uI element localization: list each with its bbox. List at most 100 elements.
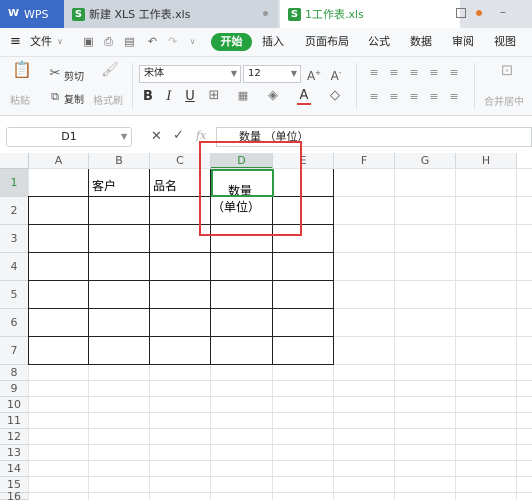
grid-line [29,428,532,429]
row-header-11[interactable]: 11 [0,413,29,429]
tab-document-1-label: 新建 XLS 工作表.xls [89,8,191,21]
row-header-16[interactable]: 16 [0,491,29,502]
row-header-9[interactable]: 9 [0,381,29,397]
increase-font-size-icon[interactable]: A+ [306,66,322,83]
row-header-8[interactable]: 8 [0,365,29,381]
paste-icon[interactable]: 📋 [12,62,32,78]
print-preview-icon[interactable]: ▤ [123,36,136,48]
row-header-7[interactable]: 7 [0,337,29,365]
justify-icon[interactable]: ≡ [428,90,440,104]
table-border [28,308,334,309]
font-size-select[interactable]: 12 ▼ [243,65,301,83]
grid-line [29,396,532,397]
spreadsheet-icon: S [288,7,301,21]
row-header-12[interactable]: 12 [0,429,29,445]
undo-icon[interactable]: ↶ [146,36,159,48]
row-header-4[interactable]: 4 [0,253,29,281]
column-header-F[interactable]: F [334,153,395,169]
window-mode-icon[interactable] [456,8,466,18]
ribbon-divider [132,63,133,109]
menu-page-layout[interactable]: 页面布局 [305,28,349,56]
save-icon[interactable]: ▣ [82,36,95,48]
font-color-icon[interactable]: A [297,89,311,105]
distribute-icon[interactable]: ≡ [448,90,460,104]
tab-wps-home[interactable]: W WPS [0,0,64,28]
grid-line [29,380,532,381]
format-painter-icon[interactable]: 🖌 [100,63,120,77]
menu-view[interactable]: 视图 [494,28,516,56]
align-right-icon[interactable]: ≡ [408,90,420,104]
name-box-dropdown-icon[interactable]: ▼ [121,132,127,141]
menu-home-tab[interactable]: 开始 [211,33,252,51]
table-border [28,280,334,281]
align-top-icon[interactable]: ≡ [368,66,380,80]
decrease-font-size-icon[interactable]: A- [328,66,344,83]
hamburger-menu-icon[interactable]: ≡ [10,28,21,56]
borders-icon[interactable]: ⊞ [207,89,221,103]
cancel-edit-icon[interactable]: ✕ [151,129,162,144]
row-header-6[interactable]: 6 [0,309,29,337]
ribbon-divider [356,63,357,109]
underline-icon[interactable]: U [184,90,196,104]
wps-logo-icon: W [8,8,20,19]
row-header-2[interactable]: 2 [0,197,29,225]
spreadsheet-grid[interactable]: ABCDEFGH 1 2 3 4 5 6 7 8 9 10 11 12 13 14 15 16 客户 品名 数… [0,141,532,502]
row-header-14[interactable]: 14 [0,461,29,477]
minimize-icon[interactable]: – [500,5,506,19]
fill-color-icon[interactable]: ◈ [266,89,280,103]
cell-B1[interactable]: 客户 [92,177,116,194]
font-name-value: 宋体 [144,68,164,79]
column-header-G[interactable]: G [395,153,456,169]
redo-icon[interactable]: ↷ [166,36,179,48]
column-header-A[interactable]: A [29,153,89,169]
menu-formula[interactable]: 公式 [368,28,390,56]
cut-icon[interactable]: ✂ [48,67,62,81]
name-box[interactable]: D1 [6,127,132,147]
cell-C1[interactable]: 品名 [153,177,177,194]
select-all-corner[interactable] [0,153,29,169]
print-icon[interactable]: ⎙ [102,36,115,48]
align-left-icon[interactable]: ≡ [368,90,380,104]
align-middle-icon[interactable]: ≡ [388,66,400,80]
menu-insert[interactable]: 插入 [262,28,284,56]
ribbon-divider [474,63,475,109]
indent-decrease-icon[interactable]: ≡ [428,66,440,80]
row-header-5[interactable]: 5 [0,281,29,309]
table-border [28,336,334,337]
row-header-3[interactable]: 3 [0,225,29,253]
cut-button[interactable]: 剪切 [64,68,84,83]
quick-access-dropdown-icon[interactable]: ∨ [186,36,199,48]
align-center-icon[interactable]: ≡ [388,90,400,104]
font-name-select[interactable]: 宋体 ▼ [139,65,241,83]
table-border [28,197,29,365]
column-header-B[interactable]: B [89,153,150,169]
table-border [28,364,334,365]
clear-format-icon[interactable]: ◇ [328,89,342,103]
row-header-1[interactable]: 1 [0,169,29,197]
tab-document-1[interactable]: S 新建 XLS 工作表.xls [64,0,278,28]
format-painter-button[interactable]: 格式刷 [93,92,123,107]
merge-center-icon[interactable]: ⊡ [496,63,518,78]
copy-button[interactable]: 复制 [64,91,84,106]
cell-style-icon[interactable]: ▦ [236,89,250,103]
menu-review[interactable]: 审阅 [452,28,474,56]
ribbon-toolbar: 📋 粘贴 ✂ 剪切 ⧉ 复制 🖌 格式刷 宋体 ▼ 12 ▼ A+ A- B I… [0,57,532,116]
copy-icon[interactable]: ⧉ [48,90,62,104]
notification-dot-icon[interactable] [476,10,482,16]
menu-bar: ≡ 文件 ∨ ▣ ⎙ ▤ ↶ ↷ ∨ 开始 插入 页面布局 公式 数据 审阅 视… [0,28,532,57]
file-dropdown-icon[interactable]: ∨ [57,28,63,56]
indent-increase-icon[interactable]: ≡ [448,66,460,80]
row-header-13[interactable]: 13 [0,445,29,461]
merge-center-button[interactable]: 合并居中 [484,93,524,108]
row-header-10[interactable]: 10 [0,397,29,413]
tab-document-2[interactable]: S 1工作表.xls [280,0,460,28]
italic-icon[interactable]: I [163,90,175,104]
align-bottom-icon[interactable]: ≡ [408,66,420,80]
column-header-H[interactable]: H [456,153,517,169]
menu-file[interactable]: 文件 [30,28,52,56]
confirm-edit-icon[interactable]: ✓ [173,128,184,143]
spreadsheet-icon: S [72,7,85,21]
bold-icon[interactable]: B [142,90,154,104]
paste-button-label[interactable]: 粘贴 [10,92,30,107]
menu-data[interactable]: 数据 [410,28,432,56]
